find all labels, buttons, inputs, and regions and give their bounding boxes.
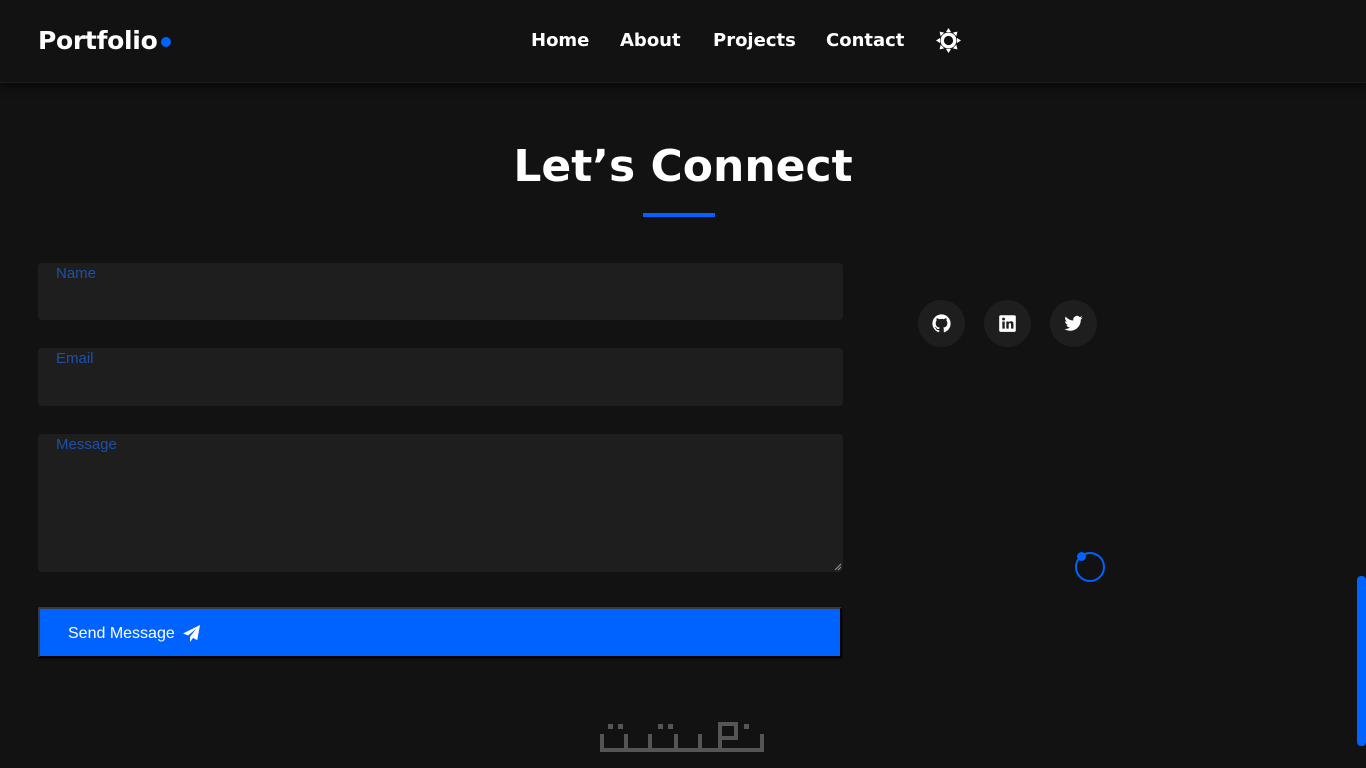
send-message-button[interactable]: Send Message bbox=[38, 607, 842, 658]
message-label: Message bbox=[56, 436, 117, 453]
nav-link-home[interactable]: Home bbox=[531, 30, 589, 51]
sun-icon bbox=[936, 28, 961, 53]
send-message-label: Send Message bbox=[68, 625, 175, 642]
resize-grip-icon[interactable] bbox=[834, 563, 842, 571]
nav-link-about[interactable]: About bbox=[620, 30, 681, 51]
github-icon bbox=[932, 314, 951, 333]
name-input[interactable] bbox=[38, 263, 843, 320]
paper-plane-icon bbox=[182, 624, 201, 643]
name-label: Name bbox=[56, 265, 97, 282]
nav-link-contact[interactable]: Contact bbox=[826, 30, 904, 51]
twitter-icon bbox=[1064, 315, 1083, 331]
message-textarea[interactable] bbox=[38, 434, 843, 572]
email-input[interactable] bbox=[38, 348, 843, 406]
linkedin-icon bbox=[999, 315, 1016, 332]
nav-link-projects[interactable]: Projects bbox=[713, 30, 796, 51]
theme-toggle-button[interactable] bbox=[935, 27, 962, 54]
title-underline bbox=[643, 213, 715, 217]
email-field-wrapper: Email bbox=[38, 348, 843, 406]
loading-spinner-dot bbox=[1077, 552, 1086, 561]
email-label: Email bbox=[56, 350, 94, 367]
page-title: Let’s Connect bbox=[513, 141, 853, 192]
navbar: Portfolio Home About Projects Contact bbox=[0, 0, 1366, 83]
nav-links: Home About Projects Contact bbox=[0, 30, 1366, 54]
message-field-wrapper: Message bbox=[38, 434, 843, 572]
scrollbar-thumb[interactable] bbox=[1357, 576, 1366, 746]
github-link[interactable] bbox=[918, 300, 965, 347]
name-field-wrapper: Name bbox=[38, 263, 843, 320]
watermark-logo bbox=[596, 710, 768, 756]
twitter-link[interactable] bbox=[1050, 300, 1097, 347]
linkedin-link[interactable] bbox=[984, 300, 1031, 347]
